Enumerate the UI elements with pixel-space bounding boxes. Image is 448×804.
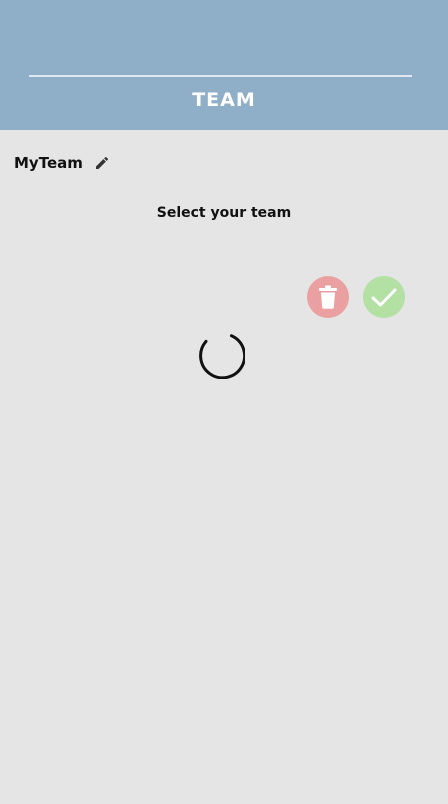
page-title: TEAM (192, 89, 256, 111)
select-team-heading: Select your team (156, 205, 292, 221)
header-divider (29, 75, 412, 77)
confirm-button[interactable] (363, 276, 405, 318)
delete-button[interactable] (307, 276, 349, 318)
check-icon (371, 288, 397, 307)
pencil-icon[interactable] (94, 155, 110, 171)
team-name-row: MyTeam (14, 151, 110, 175)
trash-icon (319, 285, 337, 309)
team-name: MyTeam (14, 154, 83, 172)
app-header: TEAM (0, 0, 448, 130)
loading-spinner (199, 334, 245, 379)
